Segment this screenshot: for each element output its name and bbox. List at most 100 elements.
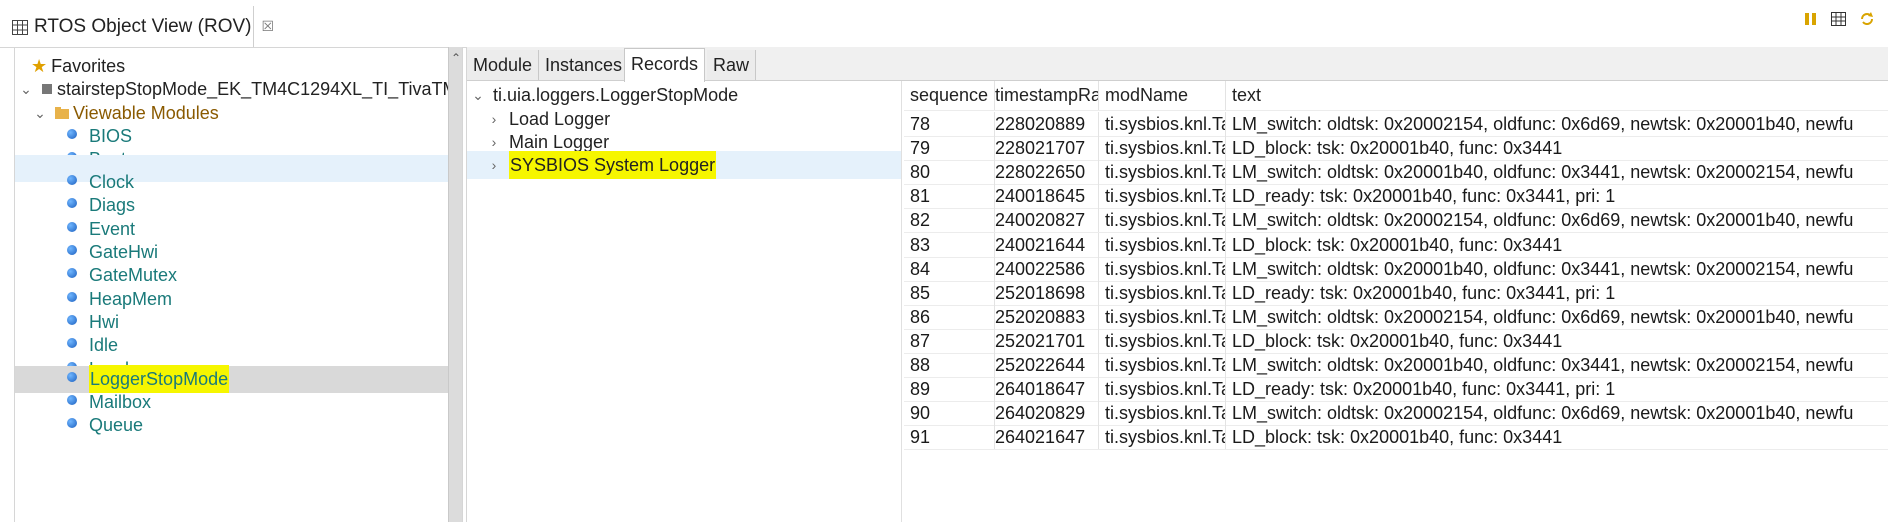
table-row[interactable]: 89264018647ti.sysbios.knl.Task LD_ready: … bbox=[904, 377, 1888, 403]
grid-icon[interactable] bbox=[1830, 10, 1848, 28]
tree-item-module[interactable]: Queue bbox=[67, 411, 143, 439]
tab-module[interactable]: Module bbox=[467, 50, 540, 80]
table-cell: ti.sysbios.knl.Task bbox=[1099, 353, 1226, 377]
module-icon bbox=[67, 198, 77, 208]
table-cell: 240018645 bbox=[989, 184, 1099, 209]
table-row[interactable]: 86252020883ti.sysbios.knl.Task LM_switch:… bbox=[904, 304, 1888, 330]
table-cell: LM_switch: oldtsk: 0x20002154, oldfunc: … bbox=[1232, 403, 1854, 424]
module-icon bbox=[67, 222, 77, 232]
tab-records[interactable]: Records bbox=[624, 48, 706, 82]
table-cell: ti.sysbios.knl.Task bbox=[1099, 280, 1226, 305]
table-header-row: sequencetimestampRawmodNametext bbox=[904, 81, 1888, 111]
module-icon bbox=[67, 129, 77, 139]
logger-item-selected[interactable]: › SYSBIOS System Logger bbox=[467, 151, 901, 179]
table-cell: 86 bbox=[904, 304, 995, 329]
tab-instances[interactable]: Instances bbox=[539, 50, 630, 80]
table-cell: LM_switch: oldtsk: 0x20001b40, oldfunc: … bbox=[1232, 162, 1854, 183]
table-row[interactable]: 85252018698ti.sysbios.knl.Task LD_ready: … bbox=[904, 280, 1888, 306]
table-cell: ti.sysbios.knl.Task bbox=[1099, 304, 1226, 329]
tree-item-label: Queue bbox=[89, 415, 144, 435]
table-cell: 82 bbox=[904, 208, 995, 233]
chevron-right-icon[interactable]: › bbox=[487, 151, 501, 179]
records-table: sequencetimestampRawmodNametext782280208… bbox=[904, 81, 1888, 522]
chevron-up-icon[interactable]: ⌃ bbox=[450, 51, 462, 65]
view-tab-rov[interactable]: RTOS Object View (ROV) ☒ bbox=[0, 6, 274, 47]
records-panel: Module Instances Records Raw ⌄ ti.uia.lo… bbox=[466, 47, 1888, 522]
module-icon bbox=[67, 292, 77, 302]
module-icon bbox=[67, 268, 77, 278]
table-cell: 252020883 bbox=[989, 304, 1099, 329]
tab-raw[interactable]: Raw bbox=[707, 50, 757, 80]
table-row[interactable]: 82240020827ti.sysbios.knl.Task LM_switch:… bbox=[904, 208, 1888, 234]
module-icon bbox=[67, 395, 77, 405]
view-title-bar: RTOS Object View (ROV) ☒ bbox=[0, 0, 1888, 48]
column-header[interactable]: sequence bbox=[904, 81, 995, 110]
view-toolbar bbox=[1802, 10, 1876, 28]
table-cell: LM_switch: oldtsk: 0x20002154, oldfunc: … bbox=[1232, 210, 1854, 231]
table-cell: 228020889 bbox=[989, 112, 1099, 136]
table-row[interactable]: 84240022586ti.sysbios.knl.Task LM_switch:… bbox=[904, 256, 1888, 282]
table-cell: 83 bbox=[904, 232, 995, 257]
table-cell: 240021644 bbox=[989, 232, 1099, 257]
table-row[interactable]: 83240021644ti.sysbios.knl.Task LD_block: … bbox=[904, 232, 1888, 258]
table-row[interactable]: 81240018645ti.sysbios.knl.Task LD_ready: … bbox=[904, 184, 1888, 210]
table-cell: 90 bbox=[904, 401, 995, 426]
module-icon bbox=[67, 315, 77, 325]
table-cell: 252021701 bbox=[989, 328, 1099, 353]
table-cell: 252022644 bbox=[989, 353, 1099, 377]
table-cell: 91 bbox=[904, 425, 995, 450]
table-cell: 84 bbox=[904, 256, 995, 281]
table-cell: ti.sysbios.knl.Task bbox=[1099, 232, 1226, 257]
chevron-down-icon[interactable]: ⌄ bbox=[33, 99, 47, 127]
chevron-down-icon[interactable]: ⌄ bbox=[471, 81, 485, 109]
table-cell: ti.sysbios.knl.Task bbox=[1099, 208, 1226, 233]
module-icon bbox=[67, 372, 77, 382]
table-row[interactable]: 79228021707ti.sysbios.knl.Task LD_block: … bbox=[904, 136, 1888, 162]
table-row[interactable]: 80228022650ti.sysbios.knl.Task LM_switch:… bbox=[904, 160, 1888, 186]
table-cell: LD_ready: tsk: 0x20001b40, func: 0x3441,… bbox=[1232, 379, 1616, 400]
table-row[interactable]: 91264021647ti.sysbios.knl.Task LD_block: … bbox=[904, 425, 1888, 451]
table-cell: LM_switch: oldtsk: 0x20001b40, oldfunc: … bbox=[1232, 258, 1854, 279]
table-cell: 88 bbox=[904, 353, 995, 377]
table-cell: 89 bbox=[904, 377, 995, 402]
table-row[interactable]: 87252021701ti.sysbios.knl.Task LD_block: … bbox=[904, 328, 1888, 354]
table-cell: LD_block: tsk: 0x20001b40, func: 0x3441 bbox=[1232, 427, 1563, 448]
vertical-scrollbar[interactable]: ⌃ bbox=[448, 47, 462, 522]
table-cell: 240020827 bbox=[989, 208, 1099, 233]
table-cell: LD_block: tsk: 0x20001b40, func: 0x3441 bbox=[1232, 138, 1563, 159]
table-cell: LM_switch: oldtsk: 0x20002154, oldfunc: … bbox=[1232, 114, 1854, 134]
table-cell: ti.sysbios.knl.Task bbox=[1099, 136, 1226, 161]
table-cell: LD_block: tsk: 0x20001b40, func: 0x3441 bbox=[1232, 234, 1563, 255]
table-cell: 240022586 bbox=[989, 256, 1099, 281]
module-icon bbox=[67, 418, 77, 428]
table-cell: LM_switch: oldtsk: 0x20002154, oldfunc: … bbox=[1232, 306, 1854, 327]
table-cell: ti.sysbios.knl.Task bbox=[1099, 184, 1226, 209]
table-cell: 228022650 bbox=[989, 160, 1099, 185]
refresh-icon[interactable] bbox=[1858, 10, 1876, 28]
table-row[interactable]: 78228020889ti.sysbios.knl.Task LM_switch:… bbox=[904, 112, 1888, 137]
table-cell: 264018647 bbox=[989, 377, 1099, 402]
table-cell: ti.sysbios.knl.Task bbox=[1099, 160, 1226, 185]
table-cell: LD_block: tsk: 0x20001b40, func: 0x3441 bbox=[1232, 330, 1563, 351]
tree-item-label: SYSBIOS System Logger bbox=[509, 151, 717, 179]
table-cell: ti.sysbios.knl.Task bbox=[1099, 377, 1226, 402]
module-icon bbox=[67, 175, 77, 185]
table-cell: 252018698 bbox=[989, 280, 1099, 305]
table-cell: 264021647 bbox=[989, 425, 1099, 450]
table-cell: ti.sysbios.knl.Task bbox=[1099, 328, 1226, 353]
table-cell: ti.sysbios.knl.Task bbox=[1099, 256, 1226, 281]
table-cell: ti.sysbios.knl.Task bbox=[1099, 401, 1226, 426]
column-header[interactable]: text bbox=[1226, 81, 1888, 110]
subtab-bar: Module Instances Records Raw bbox=[467, 47, 1888, 82]
table-row[interactable]: 90264020829ti.sysbios.knl.Task LM_switch:… bbox=[904, 401, 1888, 427]
table-cell: 85 bbox=[904, 280, 995, 305]
column-header[interactable]: modName bbox=[1099, 81, 1226, 110]
close-icon[interactable]: ☒ bbox=[262, 18, 275, 35]
pause-icon[interactable] bbox=[1802, 10, 1820, 28]
module-tree-panel: ★ Favorites ⌄ stairstepStopMode_EK_TM4C1… bbox=[14, 47, 463, 522]
column-header[interactable]: timestampRaw bbox=[989, 81, 1099, 110]
chevron-down-icon[interactable]: ⌄ bbox=[19, 75, 33, 103]
table-row[interactable]: 88252022644ti.sysbios.knl.Task LM_switch:… bbox=[904, 353, 1888, 378]
table-cell: ti.sysbios.knl.Task bbox=[1099, 425, 1226, 450]
table-cell: LD_ready: tsk: 0x20001b40, func: 0x3441,… bbox=[1232, 186, 1616, 207]
